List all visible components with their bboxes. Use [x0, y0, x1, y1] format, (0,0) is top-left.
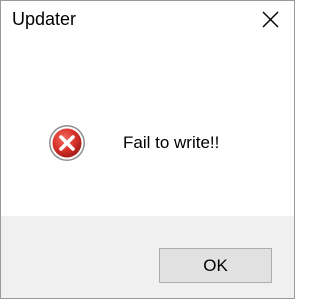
- ok-button[interactable]: OK: [159, 248, 272, 283]
- error-message: Fail to write!!: [123, 133, 220, 152]
- close-icon: [262, 11, 279, 28]
- error-dialog: Updater Fail to write!! OK: [0, 0, 295, 299]
- close-button[interactable]: [247, 1, 294, 35]
- title-bar[interactable]: Updater: [1, 1, 294, 35]
- button-bar: OK: [1, 216, 294, 298]
- dialog-body: Fail to write!!: [1, 35, 294, 216]
- window-title: Updater: [12, 9, 77, 29]
- error-icon: [49, 125, 85, 161]
